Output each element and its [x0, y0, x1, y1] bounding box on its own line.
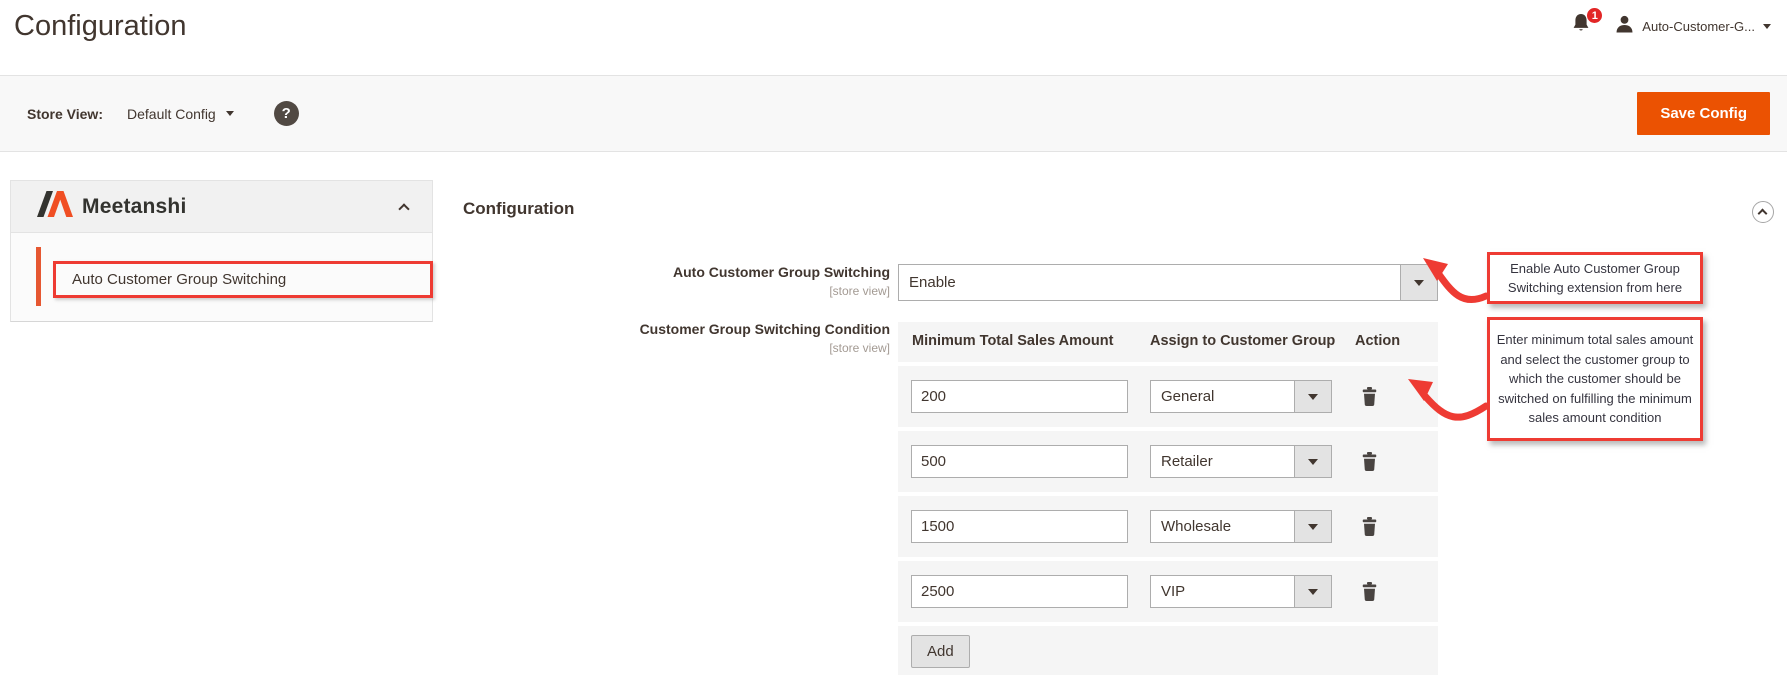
- select-dropdown-button: [1294, 576, 1331, 607]
- notifications-button[interactable]: 1: [1571, 7, 1604, 39]
- table-row: General: [898, 366, 1438, 427]
- chevron-up-icon: [1757, 208, 1768, 219]
- field-label-switching: Auto Customer Group Switching: [673, 264, 890, 280]
- field-scope-condition: [store view]: [829, 341, 890, 355]
- table-footer-row: Add: [898, 626, 1438, 675]
- group-select[interactable]: VIP: [1150, 575, 1332, 608]
- active-item-marker: [36, 247, 41, 306]
- group-select[interactable]: Retailer: [1150, 445, 1332, 478]
- amount-input[interactable]: [911, 445, 1128, 478]
- sidebar-item-auto-customer-group-switching[interactable]: Auto Customer Group Switching: [56, 271, 286, 288]
- sidebar-brand-label: Meetanshi: [82, 194, 187, 218]
- store-view-toolbar: Store View: Default Config ? Save Config: [0, 75, 1787, 152]
- sidebar-menu: Auto Customer Group Switching: [10, 233, 433, 322]
- table-row: VIP: [898, 561, 1438, 622]
- page-title: Configuration: [14, 10, 187, 42]
- help-icon[interactable]: ?: [273, 101, 299, 126]
- select-dropdown-button: [1400, 265, 1437, 300]
- chevron-down-icon: [1308, 393, 1318, 400]
- chevron-down-icon: [1308, 458, 1318, 465]
- select-dropdown-button: [1294, 511, 1331, 542]
- column-header-action: Action: [1355, 333, 1401, 349]
- enable-select[interactable]: Enable: [898, 264, 1438, 301]
- header-actions: 1 Auto-Customer-G...: [1571, 7, 1771, 39]
- table-row: Retailer: [898, 431, 1438, 492]
- group-select-value: VIP: [1161, 583, 1186, 600]
- delete-row-button[interactable]: [1353, 379, 1385, 413]
- meetanshi-logo-icon: [37, 191, 73, 222]
- store-view-dropdown[interactable]: Default Config: [127, 106, 234, 122]
- field-label-condition: Customer Group Switching Condition: [639, 321, 890, 337]
- annotation-highlight-box: Auto Customer Group Switching: [53, 261, 433, 298]
- trash-icon: [1362, 386, 1376, 406]
- store-view-label: Store View:: [27, 105, 103, 122]
- extension-sidebar: Meetanshi Auto Customer Group Switching: [10, 180, 433, 322]
- column-header-group: Assign to Customer Group: [1150, 333, 1336, 349]
- delete-row-button[interactable]: [1353, 444, 1385, 478]
- group-select-value: Retailer: [1161, 453, 1213, 470]
- chevron-down-icon: [1763, 23, 1771, 29]
- field-scope-switching: [store view]: [829, 284, 890, 298]
- amount-input[interactable]: [911, 380, 1128, 413]
- delete-row-button[interactable]: [1353, 509, 1385, 543]
- trash-icon: [1362, 516, 1376, 536]
- group-select[interactable]: General: [1150, 380, 1332, 413]
- group-select-value: General: [1161, 388, 1215, 405]
- section-title: Configuration: [463, 199, 575, 218]
- store-view-value: Default Config: [127, 105, 216, 122]
- account-username: Auto-Customer-G...: [1642, 18, 1755, 34]
- chevron-down-icon: [1308, 588, 1318, 595]
- notification-count-badge: 1: [1586, 7, 1604, 24]
- table-header-row: Minimum Total Sales Amount Assign to Cus…: [898, 322, 1438, 362]
- chevron-up-icon: [398, 203, 410, 215]
- trash-icon: [1362, 451, 1376, 471]
- save-config-button[interactable]: Save Config: [1637, 92, 1770, 135]
- store-view-control: Store View: Default Config ?: [27, 76, 299, 151]
- enable-select-value: Enable: [909, 274, 956, 291]
- add-row-button[interactable]: Add: [911, 635, 970, 668]
- table-row: Wholesale: [898, 496, 1438, 557]
- group-select[interactable]: Wholesale: [1150, 510, 1332, 543]
- condition-table: Minimum Total Sales Amount Assign to Cus…: [898, 322, 1438, 675]
- annotation-callout-condition: Enter minimum total sales amount and sel…: [1487, 317, 1703, 441]
- user-icon: [1615, 15, 1634, 38]
- trash-icon: [1362, 581, 1376, 601]
- sidebar-header-meetanshi[interactable]: Meetanshi: [10, 180, 433, 233]
- section-collapse-button[interactable]: [1752, 201, 1774, 223]
- column-header-amount: Minimum Total Sales Amount: [912, 333, 1114, 349]
- amount-input[interactable]: [911, 575, 1128, 608]
- bell-icon: [1571, 14, 1591, 38]
- select-dropdown-button: [1294, 381, 1331, 412]
- chevron-down-icon: [1308, 523, 1318, 530]
- group-select-value: Wholesale: [1161, 518, 1232, 535]
- chevron-down-icon: [225, 111, 234, 116]
- admin-configuration-page: Configuration 1 Auto-Customer-G... Store…: [0, 0, 1787, 693]
- chevron-down-icon: [1414, 279, 1424, 286]
- annotation-callout-enable: Enable Auto Customer Group Switching ext…: [1487, 252, 1703, 304]
- amount-input[interactable]: [911, 510, 1128, 543]
- account-menu[interactable]: Auto-Customer-G...: [1615, 15, 1771, 38]
- select-dropdown-button: [1294, 446, 1331, 477]
- delete-row-button[interactable]: [1353, 574, 1385, 608]
